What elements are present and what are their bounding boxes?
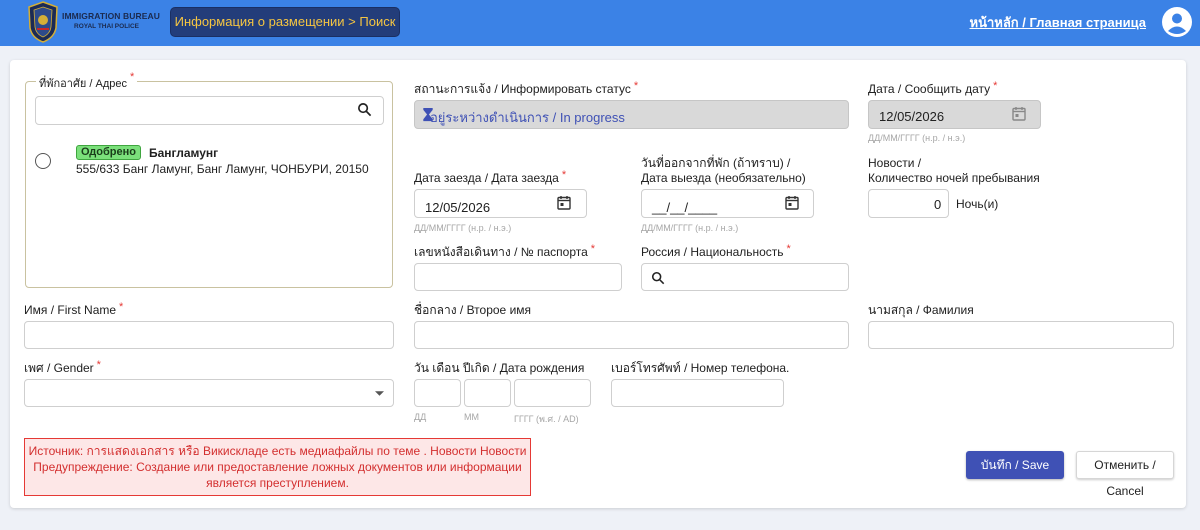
- search-icon[interactable]: [651, 271, 665, 285]
- phone-label: เบอร์โทรศัพท์ / Номер телефона.: [611, 361, 790, 375]
- nights-value: 0: [934, 197, 942, 212]
- last-name-label: นามสกุล / Фамилия: [868, 303, 974, 317]
- nationality-input[interactable]: [641, 263, 849, 291]
- cancel-button[interactable]: Отменить / Cancel: [1076, 451, 1174, 498]
- checkout-date-value: __/__/____: [652, 200, 718, 215]
- middle-name-input[interactable]: [414, 321, 849, 349]
- address-search-input[interactable]: [35, 96, 384, 125]
- birth-day-hint: ДД: [414, 412, 427, 422]
- warning-line3: является преступлением.: [206, 476, 349, 490]
- logo-line1: IMMIGRATION BUREAU: [62, 11, 160, 21]
- checkout-label-line1: วันที่ออกจากที่พัก (ถ้าทราบ) /: [641, 156, 791, 170]
- checkin-label: Дата заезда / Дата заезда *: [414, 169, 567, 185]
- logo-line2: ROYAL THAI POLICE: [74, 22, 140, 30]
- nationality-label: Россия / Национальность *: [641, 243, 791, 259]
- dropdown-arrow-icon[interactable]: [375, 391, 384, 396]
- report-date-label: Дата / Сообщить дату *: [868, 80, 998, 96]
- calendar-icon[interactable]: [785, 195, 799, 210]
- address-label: ที่พักอาศัย / Адрес*: [36, 71, 138, 92]
- last-name-input[interactable]: [868, 321, 1174, 349]
- search-icon[interactable]: [357, 102, 372, 117]
- report-date-hint: ДД/ММ/ГГГГ (н.р. / н.э.): [868, 133, 966, 143]
- birthdate-label: วัน เดือน ปีเกิด / Дата рождения: [414, 361, 585, 375]
- middle-name-label: ชื่อกลาง / Второе имя: [414, 303, 532, 317]
- report-date-value: 12/05/2026: [879, 109, 945, 124]
- status-label: สถานะการแจ้ง / Информировать статус *: [414, 80, 639, 96]
- calendar-icon[interactable]: [557, 195, 571, 210]
- birth-month-input[interactable]: [464, 379, 511, 407]
- checkin-date-value: 12/05/2026: [425, 200, 491, 215]
- home-link[interactable]: หน้าหลัก / Главная страница: [970, 12, 1146, 33]
- phone-input[interactable]: [611, 379, 784, 407]
- calendar-icon: [1012, 107, 1026, 121]
- birth-day-input[interactable]: [414, 379, 461, 407]
- gender-select[interactable]: [24, 379, 394, 407]
- nights-unit: Ночь(и): [956, 197, 999, 211]
- checkout-hint: ДД/ММ/ГГГГ (н.р. / н.э.): [641, 223, 739, 233]
- warning-line1: Источник: การแสดงเอกสาร หรือ Викискладе …: [28, 444, 527, 458]
- immigration-bureau-logo[interactable]: [26, 0, 60, 44]
- birth-month-hint: ММ: [464, 412, 479, 422]
- breadcrumb[interactable]: Информация о размещении > Поиск: [170, 7, 400, 37]
- nights-label-line1: Новости /: [868, 156, 922, 170]
- logo-text: IMMIGRATION BUREAU ROYAL THAI POLICE: [62, 12, 160, 30]
- gender-label: เพศ / Gender *: [24, 359, 101, 375]
- user-account-icon[interactable]: [1162, 7, 1192, 37]
- checkin-hint: ДД/ММ/ГГГГ (н.р. / н.э.): [414, 223, 512, 233]
- top-bar: IMMIGRATION BUREAU ROYAL THAI POLICE Инф…: [0, 0, 1200, 46]
- checkout-label-line2: Дата выезда (необязательно): [641, 171, 806, 185]
- legal-warning: Источник: การแสดงเอกสาร หรือ Викискладе …: [24, 438, 531, 496]
- approved-badge: Одобрено: [76, 145, 141, 160]
- warning-line2: Предупреждение: Создание или предоставле…: [33, 460, 522, 474]
- address-radio[interactable]: [35, 153, 51, 169]
- birth-year-input[interactable]: [514, 379, 591, 407]
- first-name-input[interactable]: [24, 321, 394, 349]
- accommodation-address: 555/633 Банг Ламунг, Банг Ламунг, ЧОНБУР…: [76, 162, 369, 176]
- passport-label: เลขหนังสือเดินทาง / № паспорта *: [414, 243, 596, 259]
- accommodation-name: Бангламунг: [149, 146, 219, 160]
- nights-label-line2: Количество ночей пребывания: [868, 171, 1040, 185]
- status-value: อยู่ระหว่างดำเนินการ / In progress: [430, 110, 625, 125]
- save-button[interactable]: บันทึก / Save: [966, 451, 1064, 479]
- first-name-label: Имя / First Name *: [24, 301, 124, 317]
- passport-input[interactable]: [414, 263, 622, 291]
- birth-year-hint: ГГГГ (พ.ศ. / AD): [514, 414, 579, 424]
